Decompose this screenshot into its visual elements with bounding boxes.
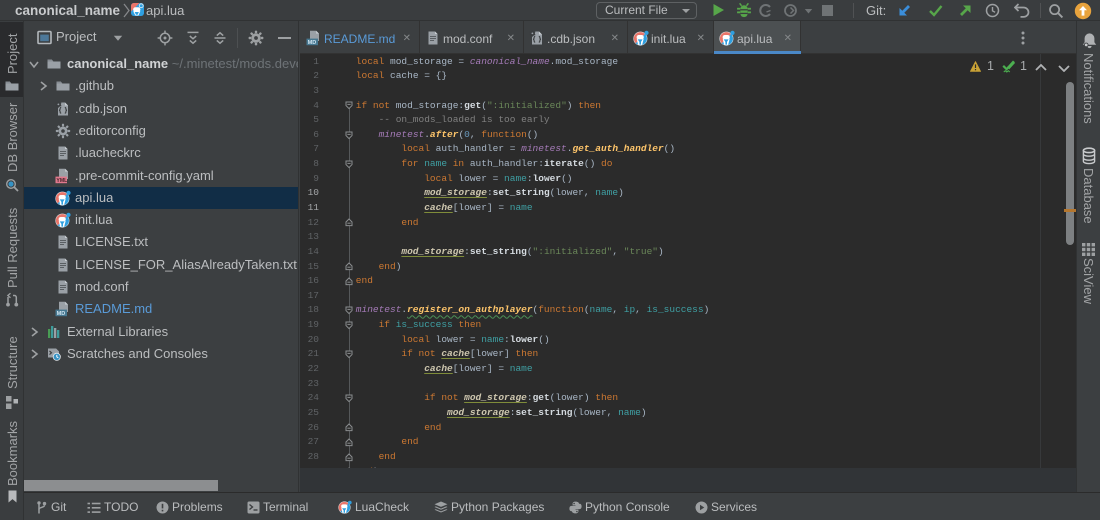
svg-text:MD: MD xyxy=(57,311,66,317)
svg-text:MD: MD xyxy=(308,40,317,46)
svg-text:YML: YML xyxy=(56,177,68,183)
